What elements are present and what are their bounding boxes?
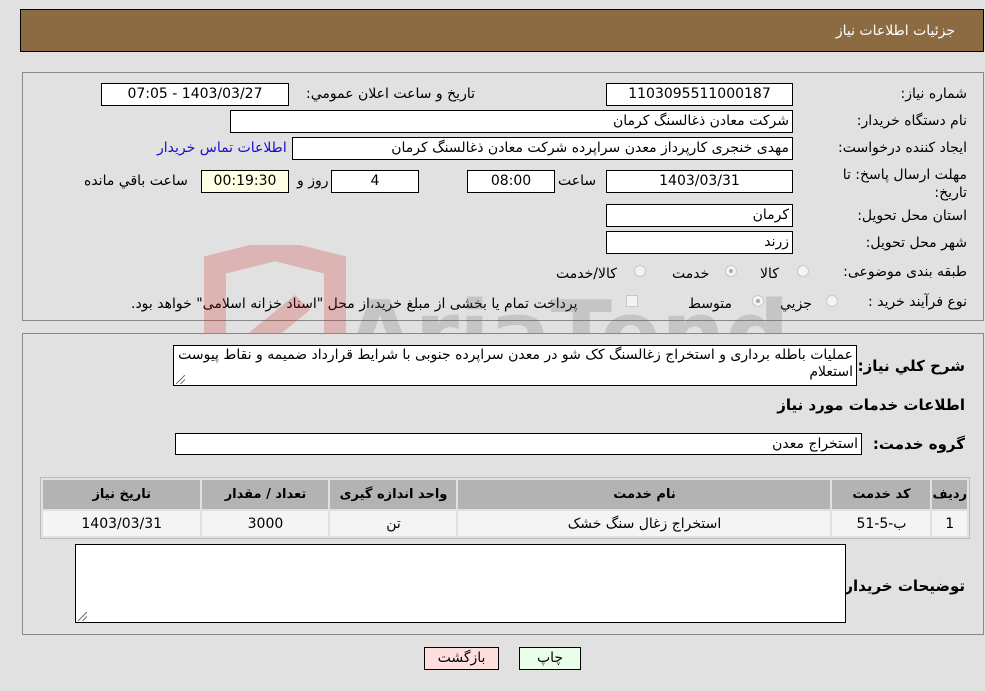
cell-need-date: 1403/03/31: [43, 511, 201, 536]
col-need-date: تاریخ نیاز: [43, 480, 201, 509]
service-group-label: گروه خدمت:: [872, 435, 965, 453]
table-header-row: ردیف کد خدمت نام خدمت واحد اندازه گیری ت…: [43, 480, 967, 509]
category-label: طبقه بندی موضوعی:: [843, 264, 967, 280]
purchase-type-option-medium: متوسط: [688, 296, 732, 312]
back-button[interactable]: بازگشت: [424, 647, 499, 670]
service-group-field[interactable]: استخراج معدن: [175, 433, 862, 455]
col-service-name: نام خدمت: [458, 480, 831, 509]
table-row: 1 ب-5-51 استخراج زغال سنگ خشک تن 3000 14…: [43, 511, 967, 536]
announce-datetime-field[interactable]: 1403/03/27 - 07:05: [101, 83, 289, 106]
services-table: ردیف کد خدمت نام خدمت واحد اندازه گیری ت…: [40, 477, 970, 539]
treasury-bonds-checkbox[interactable]: [626, 295, 638, 307]
col-unit: واحد اندازه گیری: [330, 480, 457, 509]
delivery-province-field[interactable]: کرمان: [606, 204, 793, 227]
purchase-type-label: نوع فرآیند خرید :: [868, 294, 967, 310]
print-button[interactable]: چاپ: [519, 647, 581, 670]
category-radio-goods-service[interactable]: [634, 265, 646, 277]
cell-service-name: استخراج زغال سنگ خشک: [458, 511, 831, 536]
purchase-type-option-minor: جزيي: [780, 296, 812, 312]
buyer-contact-link[interactable]: اطلاعات تماس خریدار: [157, 140, 287, 156]
need-number-field[interactable]: 1103095511000187: [606, 83, 793, 106]
deadline-time-label: ساعت: [558, 173, 597, 189]
buyer-org-label: نام دستگاه خریدار:: [856, 113, 967, 129]
delivery-province-label: استان محل تحویل:: [857, 208, 967, 224]
description-label: شرح کلي نیاز:: [857, 357, 965, 375]
category-option-goods: کالا: [760, 266, 779, 282]
page-title: جزئیات اطلاعات نیاز: [835, 23, 955, 39]
delivery-city-field[interactable]: زرند: [606, 231, 793, 254]
deadline-date-field[interactable]: 1403/03/31: [606, 170, 793, 193]
category-option-goods-service: کالا/خدمت: [556, 266, 617, 282]
description-text: عملیات باطله برداری و استخراج زغالسنگ کک…: [178, 347, 853, 380]
page-header: جزئیات اطلاعات نیاز: [20, 9, 984, 52]
col-service-code: کد خدمت: [832, 480, 931, 509]
col-row-number: ردیف: [932, 480, 967, 509]
deadline-label: مهلت ارسال پاسخ: تا تاریخ:: [842, 167, 967, 201]
cell-quantity: 3000: [202, 511, 329, 536]
buyer-org-field[interactable]: شرکت معادن ذغالسنگ کرمان: [230, 110, 793, 133]
resize-grip-icon[interactable]: [176, 375, 185, 384]
services-section-title: اطلاعات خدمات مورد نیاز: [777, 396, 965, 414]
col-quantity: تعداد / مقدار: [202, 480, 329, 509]
buyer-notes-label: توضیحات خریدار:: [838, 577, 965, 595]
category-option-service: خدمت: [672, 266, 710, 282]
requester-field[interactable]: مهدی خنجری کارپرداز معدن سراپرده شرکت مع…: [292, 137, 793, 160]
delivery-city-label: شهر محل تحویل:: [865, 235, 967, 251]
category-radio-service[interactable]: [725, 265, 737, 277]
description-textarea[interactable]: عملیات باطله برداری و استخراج زغالسنگ کک…: [173, 345, 857, 386]
cell-row-number: 1: [932, 511, 967, 536]
cell-unit: تن: [330, 511, 457, 536]
announce-datetime-label: تاریخ و ساعت اعلان عمومي:: [306, 86, 475, 102]
days-label: روز و: [297, 173, 329, 189]
purchase-type-radio-minor[interactable]: [826, 295, 838, 307]
purchase-type-radio-medium[interactable]: [752, 295, 764, 307]
category-radio-goods[interactable]: [797, 265, 809, 277]
requester-label: ایجاد کننده درخواست:: [838, 140, 967, 156]
time-remaining-label: ساعت باقي مانده: [84, 173, 188, 189]
cell-service-code: ب-5-51: [832, 511, 931, 536]
time-remaining-field: 00:19:30: [201, 170, 289, 193]
need-number-label: شماره نیاز:: [900, 86, 968, 102]
buyer-notes-textarea[interactable]: [75, 544, 846, 623]
days-remaining-field[interactable]: 4: [331, 170, 419, 193]
treasury-bonds-note: پرداخت تمام یا بخشی از مبلغ خرید،از محل …: [131, 296, 578, 312]
resize-grip-icon[interactable]: [78, 612, 87, 621]
deadline-time-field[interactable]: 08:00: [467, 170, 555, 193]
